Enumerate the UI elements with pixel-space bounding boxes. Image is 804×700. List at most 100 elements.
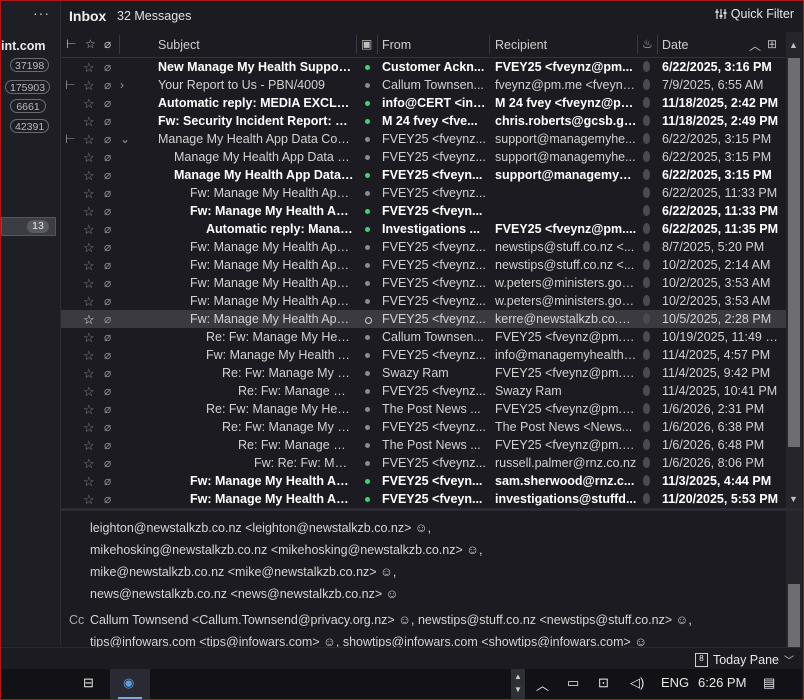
recipient-address[interactable]: leighton@newstalkzb.co.nz <leighton@news… (90, 521, 411, 535)
language-indicator[interactable]: ENG (661, 675, 689, 690)
message-row[interactable]: ☆ ⌀ Fw: Manage My Health Ap... FVEY25 <fvey… (61, 346, 786, 364)
star-icon[interactable]: ☆ (83, 275, 95, 293)
subject-column-header[interactable]: Subject (158, 38, 200, 52)
junk-status-icon[interactable] (643, 313, 650, 324)
read-status-icon[interactable] (365, 191, 370, 196)
star-icon[interactable]: ☆ (83, 473, 95, 491)
junk-status-icon[interactable] (643, 169, 650, 180)
read-status-icon[interactable] (365, 353, 370, 358)
message-row[interactable]: ☆ ⌀ Fw: Manage My Health App D... FVEY25 <f… (61, 184, 786, 202)
read-status-icon[interactable] (365, 461, 370, 466)
junk-status-icon[interactable] (643, 277, 650, 288)
junk-status-icon[interactable] (643, 61, 650, 72)
message-row[interactable]: ☆ ⌀ Re: Fw: Manage My ... FVEY25 <fveynz...… (61, 382, 786, 400)
junk-status-icon[interactable] (643, 367, 650, 378)
read-status-icon[interactable] (365, 155, 370, 160)
junk-status-icon[interactable] (643, 385, 650, 396)
read-status-icon[interactable] (365, 65, 370, 70)
read-status-icon[interactable] (365, 335, 370, 340)
junk-status-icon[interactable] (643, 493, 650, 504)
junk-status-icon[interactable] (643, 421, 650, 432)
star-icon[interactable]: ☆ (83, 491, 95, 508)
junk-status-icon[interactable] (643, 439, 650, 450)
star-icon[interactable]: ☆ (83, 311, 95, 329)
junk-status-icon[interactable] (643, 151, 650, 162)
contact-icon[interactable]: ☺ (634, 635, 647, 647)
star-icon[interactable]: ☆ (83, 347, 95, 365)
read-status-icon[interactable] (365, 371, 370, 376)
contact-icon[interactable]: ☺ (398, 613, 411, 627)
recipient-address[interactable]: news@newstalkzb.co.nz <news@newstalkzb.c… (90, 587, 382, 601)
read-status-icon[interactable] (365, 317, 372, 324)
read-status-icon[interactable] (365, 281, 370, 286)
read-status-icon[interactable] (365, 245, 370, 250)
junk-status-icon[interactable] (643, 97, 650, 108)
cc-address[interactable]: Callum Townsend <Callum.Townsend@privacy… (90, 613, 395, 627)
star-icon[interactable]: ☆ (83, 77, 95, 95)
contact-icon[interactable]: ☺ (386, 587, 399, 601)
read-status-icon[interactable] (365, 101, 370, 106)
star-icon[interactable]: ☆ (83, 113, 95, 131)
chevron-up-icon[interactable]: ▲ (511, 672, 525, 682)
message-row[interactable]: ☆ ⌀ Re: Fw: Manage My Health... The Post Ne… (61, 400, 786, 418)
junk-status-icon[interactable] (643, 187, 650, 198)
scrollbar-thumb[interactable] (788, 58, 800, 447)
message-row[interactable]: ☆ ⌀ Re: Fw: Manage My ... The Post News ...… (61, 436, 786, 454)
message-row[interactable]: ☆ ⌀ Fw: Manage My Health App D... FVEY25 <f… (61, 274, 786, 292)
recipient-address[interactable]: mike@newstalkzb.co.nz <mike@newstalkzb.c… (90, 565, 377, 579)
cc-address[interactable]: showtips@infowars.com <showtips@infowars… (343, 635, 631, 647)
account-name[interactable]: int.com (1, 39, 45, 53)
message-row[interactable]: ☆ ⌀ Fw: Manage My Health App... FVEY25 <fve… (61, 202, 786, 220)
scroll-up-icon[interactable]: ▲ (789, 40, 798, 50)
junk-status-icon[interactable] (643, 295, 650, 306)
chevron-right-icon[interactable]: › (120, 76, 124, 94)
message-row[interactable]: ☆ ⌀ Re: Fw: Manage My Hea... FVEY25 <fveynz… (61, 418, 786, 436)
preview-scrollbar[interactable] (786, 511, 802, 647)
show-hidden-icons-icon[interactable]: ︿ (536, 675, 549, 694)
contact-icon[interactable]: ☺ (323, 635, 336, 647)
read-status-icon[interactable] (365, 497, 370, 502)
star-icon[interactable]: ☆ (83, 437, 95, 455)
star-icon[interactable]: ☆ (83, 455, 95, 473)
chevron-down-icon[interactable]: ⌄ (120, 130, 130, 148)
read-status-icon[interactable] (365, 263, 370, 268)
volume-icon[interactable]: ◁) (630, 675, 644, 691)
sort-ascending-icon[interactable]: ︿ (749, 37, 761, 54)
message-row[interactable]: ☆ ⌀ Fw: Re: Fw: Mana... FVEY25 <fveynz... ru… (61, 454, 786, 472)
read-status-icon[interactable] (365, 209, 370, 214)
task-view-icon[interactable]: ⊟ (83, 675, 94, 691)
star-icon[interactable]: ☆ (83, 203, 95, 221)
junk-status-icon[interactable] (643, 259, 650, 270)
read-status-icon[interactable] (365, 443, 370, 448)
junk-status-icon[interactable] (643, 349, 650, 360)
junk-status-icon[interactable] (643, 331, 650, 342)
junk-status-icon[interactable] (643, 475, 650, 486)
message-row[interactable]: ☆ ⌀ New Manage My Health Support ... Custom… (61, 58, 786, 76)
message-row[interactable]: ☆ ⌀ Manage My Health App Data Co... FVEY25 … (61, 148, 786, 166)
contact-icon[interactable]: ☺ (380, 565, 393, 579)
scrollbar-thumb[interactable] (788, 584, 800, 647)
attachment-column-icon[interactable]: ⌀ (104, 37, 111, 51)
message-row[interactable]: ⊢ ⌄ ☆ ⌀ Manage My Health App Data Conce... FV… (61, 130, 786, 148)
message-row[interactable]: ⊢ › ☆ ⌀ Your Report to Us - PBN/4009 Callum T… (61, 76, 786, 94)
star-icon[interactable]: ☆ (83, 59, 95, 77)
junk-status-icon[interactable] (643, 241, 650, 252)
notifications-icon[interactable]: ▤ (763, 675, 775, 691)
recipient-column-header[interactable]: Recipient (495, 38, 547, 52)
today-pane-button[interactable]: 8 Today Pane ﹀ (694, 652, 794, 667)
message-row[interactable]: ☆ ⌀ Fw: Manage My Health App... FVEY25 <fve… (61, 490, 786, 508)
read-status-icon[interactable] (365, 83, 370, 88)
thread-icon[interactable]: ⊢ (65, 76, 75, 94)
date-column-header[interactable]: Date (662, 38, 688, 52)
star-icon[interactable]: ☆ (83, 329, 95, 347)
message-row[interactable]: ☆ ⌀ Fw: Manage My Health App D... FVEY25 <f… (61, 256, 786, 274)
message-row[interactable]: ☆ ⌀ Fw: Manage My Health App D... FVEY25 <f… (61, 238, 786, 256)
junk-status-icon[interactable] (643, 403, 650, 414)
contact-icon[interactable]: ☺ (466, 543, 479, 557)
message-row[interactable]: ☆ ⌀ Fw: Security Incident Report: Exp... M … (61, 112, 786, 130)
star-icon[interactable]: ☆ (83, 257, 95, 275)
star-icon[interactable]: ☆ (83, 239, 95, 257)
read-status-icon[interactable] (365, 407, 370, 412)
star-icon[interactable]: ☆ (83, 419, 95, 437)
contact-icon[interactable]: ☺ (415, 521, 428, 535)
